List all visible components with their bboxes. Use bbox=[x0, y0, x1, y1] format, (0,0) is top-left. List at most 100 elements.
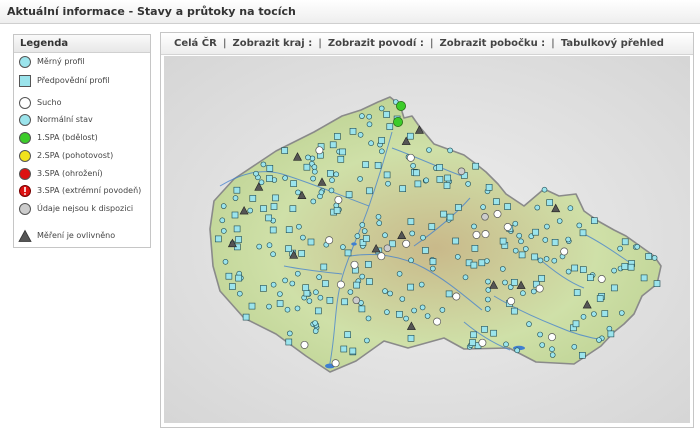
forecast-station-marker bbox=[327, 170, 334, 177]
forecast-station-marker bbox=[233, 186, 241, 194]
forecast-station-marker bbox=[386, 123, 394, 130]
forecast-station-marker bbox=[290, 180, 297, 187]
measuring-station-marker bbox=[294, 305, 301, 312]
forecast-station-marker bbox=[233, 225, 241, 233]
measuring-station-marker bbox=[266, 303, 272, 310]
dry-station-marker bbox=[597, 275, 606, 283]
measuring-station-marker bbox=[418, 281, 425, 288]
forecast-station-marker bbox=[607, 330, 615, 338]
forecast-station-marker bbox=[315, 307, 322, 315]
page-title: Aktuální informace - Stavy a průtoky na … bbox=[7, 5, 296, 18]
measuring-station-marker bbox=[379, 148, 385, 155]
measuring-station-marker bbox=[465, 181, 471, 187]
measuring-station-marker bbox=[591, 311, 597, 317]
tab-show-region[interactable]: Zobrazit kraj : bbox=[232, 38, 312, 49]
measuring-station-marker bbox=[512, 220, 519, 227]
legend-label: 3.SPA (extrémní povodeň) bbox=[37, 186, 142, 195]
forecast-station-marker bbox=[231, 211, 239, 219]
forecast-station-marker bbox=[621, 238, 629, 246]
forecast-station-marker bbox=[645, 253, 653, 260]
forecast-station-marker bbox=[470, 261, 478, 269]
forecast-station-marker bbox=[269, 226, 277, 234]
normal-state-circle-icon bbox=[19, 114, 31, 126]
measuring-station-marker bbox=[284, 306, 291, 313]
dry-station-marker bbox=[300, 340, 309, 349]
measuring-station-marker bbox=[340, 244, 346, 250]
forecast-station-marker bbox=[365, 261, 372, 268]
dry-station-marker bbox=[334, 195, 343, 204]
map-view[interactable] bbox=[164, 56, 690, 423]
forecast-station-marker bbox=[407, 334, 415, 342]
alert-station-marker bbox=[392, 117, 403, 128]
spa2-alert-circle-icon bbox=[19, 150, 31, 162]
measuring-station-marker bbox=[539, 342, 546, 348]
forecast-station-marker bbox=[627, 263, 635, 271]
forecast-station-marker bbox=[531, 253, 539, 261]
unavailable-station-marker bbox=[457, 167, 466, 176]
dry-station-marker bbox=[535, 284, 544, 293]
dry-station-marker bbox=[402, 239, 411, 248]
measuring-station-marker bbox=[549, 346, 555, 353]
measuring-station-marker bbox=[312, 328, 319, 334]
forecast-station-marker bbox=[429, 258, 437, 265]
forecast-station-marker bbox=[337, 156, 345, 163]
measuring-station-marker bbox=[454, 254, 461, 260]
measuring-station-marker bbox=[270, 281, 277, 288]
forecast-station-marker bbox=[579, 266, 587, 273]
measuring-station-marker bbox=[295, 189, 301, 196]
forecast-station-marker bbox=[493, 198, 500, 205]
forecast-station-marker bbox=[225, 272, 233, 280]
measuring-station-marker bbox=[253, 170, 259, 177]
forecast-station-marker bbox=[572, 320, 580, 328]
forecast-station-marker bbox=[601, 310, 609, 317]
dry-station-marker bbox=[336, 280, 345, 289]
forecast-station-marker bbox=[407, 283, 414, 291]
forecast-station-marker bbox=[329, 141, 337, 149]
measuring-station-marker bbox=[518, 238, 524, 245]
forecast-station-marker bbox=[471, 245, 479, 252]
forecast-station-marker bbox=[472, 162, 480, 170]
measuring-station-marker bbox=[312, 320, 318, 326]
tab-whole-country[interactable]: Celá ČR bbox=[174, 38, 217, 49]
measuring-station-marker bbox=[256, 243, 262, 250]
tab-table-overview[interactable]: Tabulkový přehled bbox=[561, 38, 664, 49]
measuring-station-marker bbox=[447, 147, 453, 154]
forecast-station-marker bbox=[339, 148, 346, 156]
tab-separator: | bbox=[318, 38, 322, 49]
forecast-station-marker bbox=[349, 347, 357, 355]
forecast-station-marker bbox=[363, 235, 370, 242]
forecast-station-marker bbox=[579, 229, 587, 237]
forecast-station-marker bbox=[596, 295, 604, 302]
dry-station-marker bbox=[493, 210, 502, 218]
dry-station-marker bbox=[452, 292, 461, 301]
forecast-station-marker bbox=[266, 175, 273, 182]
measuring-station-marker bbox=[396, 271, 403, 277]
forecast-station-marker bbox=[366, 278, 373, 285]
map-canvas[interactable] bbox=[164, 56, 690, 423]
forecast-station-marker bbox=[591, 217, 598, 224]
forecast-station-marker bbox=[396, 311, 403, 318]
measuring-station-marker bbox=[534, 204, 541, 211]
measuring-station-marker bbox=[537, 257, 544, 264]
measuring-station-marker bbox=[439, 307, 446, 313]
measuring-station-marker bbox=[617, 245, 623, 252]
dry-station-marker bbox=[433, 317, 442, 326]
legend-title: Legenda bbox=[14, 35, 150, 53]
legend-label: 1.SPA (bdělost) bbox=[37, 133, 98, 142]
measuring-station-marker bbox=[305, 154, 311, 161]
legend-label: Údaje nejsou k dispozici bbox=[37, 204, 134, 213]
forecast-station-marker bbox=[573, 289, 581, 296]
measuring-station-marker bbox=[333, 171, 339, 178]
tab-show-river-basin[interactable]: Zobrazit povodí : bbox=[328, 38, 424, 49]
measuring-station-marker bbox=[287, 330, 293, 337]
measuring-station-marker bbox=[270, 251, 276, 257]
forecast-station-marker bbox=[399, 185, 406, 192]
forecast-station-marker bbox=[413, 169, 420, 177]
dry-station-marker bbox=[472, 230, 481, 239]
tab-show-branch[interactable]: Zobrazit pobočku : bbox=[439, 38, 545, 49]
forecast-station-marker bbox=[285, 338, 293, 346]
forecast-station-marker bbox=[341, 298, 348, 306]
measuring-station-marker bbox=[364, 337, 370, 344]
forecast-station-marker bbox=[551, 239, 559, 246]
forecast-station-marker bbox=[344, 249, 352, 257]
